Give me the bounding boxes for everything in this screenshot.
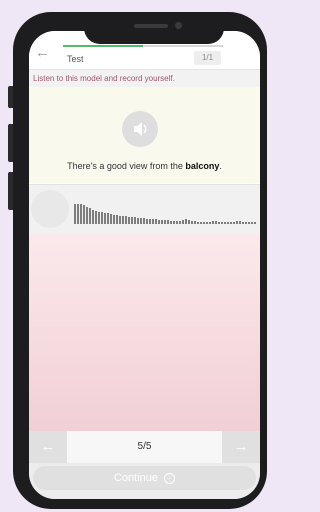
waveform-bar	[248, 222, 250, 224]
back-arrow-icon[interactable]: ←	[35, 45, 50, 60]
waveform-bar	[77, 204, 79, 224]
phone-notch	[84, 20, 224, 44]
continue-arrow-icon: ›	[164, 473, 176, 484]
waveform-bar	[116, 215, 118, 224]
waveform-bar	[146, 219, 148, 224]
waveform-bar	[119, 216, 121, 224]
audio-waveform	[74, 204, 256, 224]
lesson-title: Test	[67, 54, 84, 64]
waveform-bar	[161, 220, 163, 224]
waveform-bar	[212, 221, 214, 224]
waveform-bar	[134, 217, 136, 224]
waveform-bar	[86, 207, 88, 224]
waveform-bar	[236, 221, 238, 224]
waveform-bar	[74, 204, 76, 224]
practice-area	[29, 233, 260, 431]
continue-label: Continue	[113, 472, 159, 484]
volume-up-button	[8, 124, 13, 162]
waveform-bar	[179, 221, 181, 224]
mute-switch	[8, 86, 13, 108]
waveform-bar	[209, 222, 211, 224]
waveform-bar	[206, 222, 208, 224]
waveform-bar	[218, 222, 220, 224]
waveform-bar	[110, 214, 112, 224]
waveform-bar	[131, 217, 133, 224]
waveform-bar	[149, 219, 151, 224]
waveform-bar	[125, 216, 127, 224]
waveform-bar	[158, 220, 160, 224]
waveform-bar	[191, 221, 193, 224]
lesson-progress-fill	[63, 45, 143, 47]
sentence-keyword: balcony	[185, 161, 220, 171]
lesson-progress-bar	[63, 45, 223, 47]
item-navigation-bar: ← 5/5 →	[29, 431, 260, 463]
waveform-bar	[200, 222, 202, 224]
waveform-bar	[230, 222, 232, 224]
speaker-icon	[134, 122, 147, 136]
waveform-bar	[83, 205, 85, 224]
waveform-bar	[170, 221, 172, 224]
sentence-end: .	[219, 161, 222, 171]
waveform-bar	[155, 219, 157, 224]
waveform-bar	[113, 215, 115, 224]
waveform-bar	[254, 222, 256, 224]
waveform-bar	[188, 220, 190, 224]
waveform-bar	[242, 222, 244, 224]
waveform-bar	[239, 221, 241, 224]
waveform-bar	[107, 213, 109, 224]
previous-arrow-icon[interactable]: ←	[29, 431, 67, 463]
waveform-bar	[128, 217, 130, 224]
bottom-action-area: Continue ›	[29, 463, 260, 499]
waveform-bar	[233, 222, 235, 224]
continue-button[interactable]: Continue ›	[33, 466, 256, 490]
waveform-bar	[140, 218, 142, 224]
waveform-bar	[221, 222, 223, 224]
sentence-text: There's a good view from the	[67, 161, 186, 171]
waveform-bar	[104, 213, 106, 224]
instruction-banner: Listen to this model and record yourself…	[29, 70, 260, 87]
waveform-bar	[245, 222, 247, 224]
waveform-bar	[122, 216, 124, 224]
waveform-bar	[89, 208, 91, 224]
waveform-bar	[101, 212, 103, 224]
waveform-bar	[164, 220, 166, 224]
model-sentence: There's a good view from the balcony.	[29, 161, 260, 171]
waveform-bar	[224, 222, 226, 224]
waveform-bar	[227, 222, 229, 224]
waveform-bar	[197, 222, 199, 224]
waveform-bar	[143, 218, 145, 224]
instruction-text: Listen to this model and record yourself…	[33, 74, 175, 83]
app-screen: ← Test 1/1 Listen to this model and reco…	[29, 31, 260, 499]
waveform-bar	[98, 212, 100, 224]
volume-down-button	[8, 172, 13, 210]
recording-panel	[29, 184, 260, 234]
waveform-bar	[92, 210, 94, 224]
waveform-bar	[167, 220, 169, 224]
waveform-bar	[173, 221, 175, 224]
waveform-bar	[176, 221, 178, 224]
waveform-bar	[137, 218, 139, 224]
play-model-button[interactable]	[122, 111, 158, 147]
waveform-bar	[251, 222, 253, 224]
speaker-grille	[134, 24, 168, 28]
waveform-bar	[215, 221, 217, 224]
waveform-bar	[194, 221, 196, 224]
next-arrow-icon[interactable]: →	[222, 431, 260, 463]
waveform-bar	[182, 220, 184, 224]
waveform-bar	[152, 219, 154, 224]
front-camera	[175, 22, 182, 29]
waveform-bar	[80, 204, 82, 224]
waveform-bar	[185, 219, 187, 224]
page-indicator: 5/5	[67, 431, 222, 463]
waveform-bar	[95, 211, 97, 224]
question-counter-badge: 1/1	[194, 51, 221, 65]
model-audio-panel: There's a good view from the balcony.	[29, 87, 260, 183]
waveform-bar	[203, 222, 205, 224]
